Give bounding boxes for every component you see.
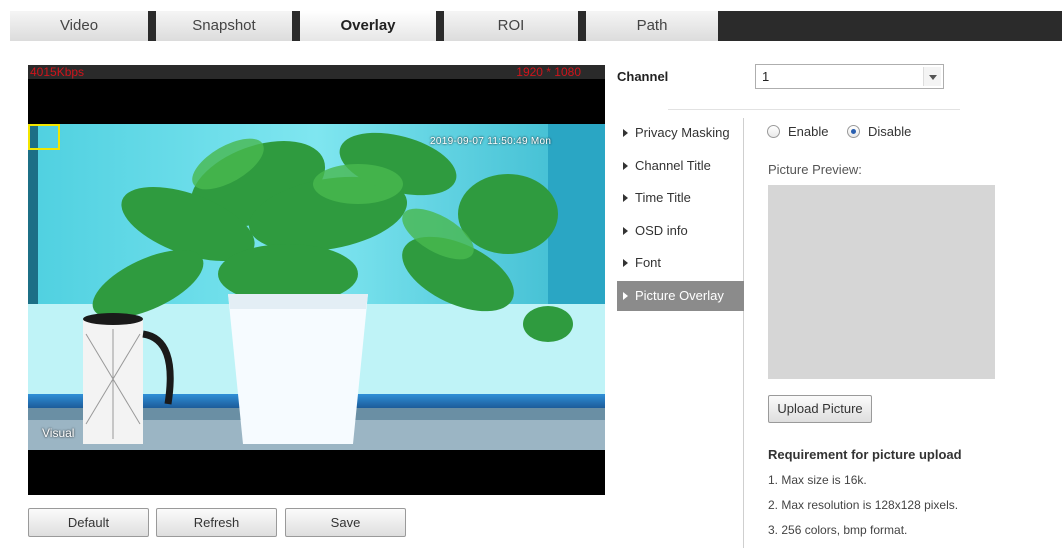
menu-item-label: Channel Title [635, 158, 711, 173]
channel-value: 1 [762, 69, 770, 84]
tab-bar: Video Snapshot Overlay ROI Path [10, 11, 1062, 41]
caret-right-icon [623, 162, 628, 170]
chevron-down-icon[interactable] [923, 67, 941, 86]
picture-preview-area [768, 185, 995, 379]
overlay-menu: Privacy Masking Channel Title Time Title… [617, 118, 744, 548]
tab-video[interactable]: Video [10, 11, 148, 41]
tab-snapshot[interactable]: Snapshot [156, 11, 292, 41]
menu-item-time-title[interactable]: Time Title [617, 183, 744, 213]
picture-preview-label: Picture Preview: [768, 162, 862, 177]
requirement-item: 3. 256 colors, bmp format. [768, 523, 908, 537]
enable-radio[interactable] [767, 125, 780, 138]
divider [668, 109, 960, 110]
caret-right-icon [623, 259, 628, 267]
caret-right-icon [623, 129, 628, 137]
disable-radio[interactable] [847, 125, 860, 138]
channel-title-overlay: Visual [42, 426, 75, 440]
menu-item-picture-overlay[interactable]: Picture Overlay [617, 281, 744, 311]
menu-item-label: OSD info [635, 223, 688, 238]
upload-picture-button[interactable]: Upload Picture [768, 395, 872, 423]
refresh-button[interactable]: Refresh [156, 508, 277, 537]
menu-item-label: Time Title [635, 190, 691, 205]
video-preview[interactable]: 4015Kbps 1920 * 1080 2019-09-07 11:50:49… [28, 65, 605, 495]
menu-item-osd-info[interactable]: OSD info [617, 216, 744, 246]
bitrate-readout: 4015Kbps [30, 65, 85, 79]
tab-path[interactable]: Path [586, 11, 718, 41]
save-button[interactable]: Save [285, 508, 406, 537]
caret-right-icon [623, 227, 628, 235]
requirement-item: 1. Max size is 16k. [768, 473, 867, 487]
camera-scene-image [28, 124, 605, 450]
channel-select[interactable]: 1 [755, 64, 944, 89]
default-button[interactable]: Default [28, 508, 149, 537]
resolution-readout: 1920 * 1080 [516, 65, 581, 79]
time-title-overlay: 2019-09-07 11:50:49 Mon [430, 136, 552, 147]
enable-label: Enable [788, 124, 829, 139]
disable-label: Disable [868, 124, 912, 139]
privacy-mask-region[interactable] [28, 124, 60, 150]
caret-right-icon [623, 194, 628, 202]
menu-item-channel-title[interactable]: Channel Title [617, 151, 744, 181]
tab-roi[interactable]: ROI [444, 11, 578, 41]
tab-overlay[interactable]: Overlay [300, 11, 436, 41]
menu-item-font[interactable]: Font [617, 248, 744, 278]
menu-item-label: Picture Overlay [635, 288, 724, 303]
menu-item-label: Font [635, 255, 662, 270]
caret-right-icon [623, 292, 628, 300]
menu-item-privacy-masking[interactable]: Privacy Masking [617, 118, 744, 148]
menu-item-label: Privacy Masking [635, 125, 730, 140]
requirement-item: 2. Max resolution is 128x128 pixels. [768, 498, 959, 512]
requirement-title: Requirement for picture upload [768, 447, 962, 462]
channel-label: Channel [617, 69, 669, 84]
